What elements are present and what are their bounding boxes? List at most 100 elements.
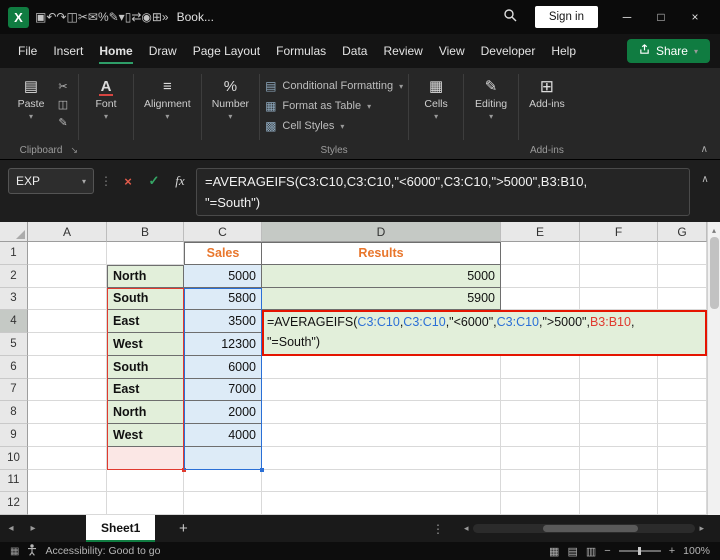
- menu-tab-view[interactable]: View: [431, 35, 473, 67]
- cell-C11[interactable]: [184, 469, 262, 493]
- scroll-left-icon[interactable]: ◂: [464, 523, 469, 534]
- col-header-A[interactable]: A: [28, 222, 107, 242]
- cell-E11[interactable]: [501, 469, 580, 493]
- menu-tab-developer[interactable]: Developer: [473, 35, 544, 67]
- cut-button[interactable]: ✂: [58, 80, 67, 93]
- cell-C2[interactable]: 5000: [184, 264, 262, 288]
- cell-A5[interactable]: [28, 333, 107, 356]
- scroll-up-icon[interactable]: ▴: [712, 222, 716, 237]
- cell-B7[interactable]: East: [107, 378, 184, 402]
- close-button[interactable]: ×: [678, 0, 712, 34]
- cell-E10[interactable]: [501, 446, 580, 470]
- format-as-table-button[interactable]: ▦ Format as Table ▾: [265, 99, 403, 113]
- prev-sheet-icon[interactable]: ◂: [0, 523, 22, 534]
- cell-C7[interactable]: 7000: [184, 378, 262, 402]
- redo-icon[interactable]: ↷: [56, 10, 66, 24]
- row-header-8[interactable]: 8: [0, 401, 28, 424]
- overflow-icon[interactable]: »: [162, 10, 169, 24]
- font-button[interactable]: A Font ▾: [84, 72, 128, 121]
- percent-style-icon[interactable]: %: [98, 10, 109, 24]
- menu-tab-data[interactable]: Data: [334, 35, 375, 67]
- cell-A12[interactable]: [28, 492, 107, 515]
- search-icon[interactable]: [497, 8, 523, 27]
- undo-icon[interactable]: ↶: [46, 10, 56, 24]
- cell-C12[interactable]: [184, 492, 262, 515]
- cell-F9[interactable]: [580, 424, 658, 447]
- cell-D7[interactable]: [262, 378, 501, 402]
- cell-styles-button[interactable]: ▩ Cell Styles ▾: [265, 119, 403, 133]
- cell-G11[interactable]: [658, 469, 707, 493]
- menu-tab-insert[interactable]: Insert: [45, 35, 91, 67]
- paintbrush-icon[interactable]: ✎: [109, 10, 119, 24]
- cell-F11[interactable]: [580, 469, 658, 493]
- cell-A4[interactable]: [28, 310, 107, 333]
- horizontal-scrollbar-track[interactable]: [472, 524, 696, 533]
- number-button[interactable]: % Number ▾: [207, 72, 254, 121]
- cell-C1[interactable]: Sales: [184, 242, 262, 265]
- row-header-1[interactable]: 1: [0, 242, 28, 265]
- alignment-button[interactable]: ≡ Alignment ▾: [139, 72, 196, 121]
- row-header-10[interactable]: 10: [0, 446, 28, 470]
- cell-D12[interactable]: [262, 492, 501, 515]
- row-header-9[interactable]: 9: [0, 424, 28, 447]
- page-break-view-icon[interactable]: ▥: [586, 545, 596, 558]
- cell-F3[interactable]: [580, 287, 658, 311]
- cell-C5[interactable]: 12300: [184, 333, 262, 356]
- next-sheet-icon[interactable]: ▸: [22, 523, 44, 534]
- table-grid-icon[interactable]: ⊞: [152, 10, 162, 24]
- cell-D9[interactable]: [262, 424, 501, 447]
- paste-button[interactable]: ▤ Paste ▾: [9, 72, 53, 121]
- formula-edit-overlay[interactable]: =AVERAGEIFS(C3:C10,C3:C10,"<6000",C3:C10…: [262, 310, 707, 356]
- conditional-formatting-button[interactable]: ▤ Conditional Formatting ▾: [265, 79, 403, 93]
- cell-A8[interactable]: [28, 401, 107, 424]
- normal-view-icon[interactable]: ▦: [549, 545, 559, 558]
- format-painter-button[interactable]: ✎: [58, 116, 67, 129]
- cell-G6[interactable]: [658, 355, 707, 379]
- sign-in-button[interactable]: Sign in: [534, 6, 598, 28]
- cell-A11[interactable]: [28, 469, 107, 493]
- editing-button[interactable]: ✎ Editing ▾: [469, 72, 513, 121]
- cell-C4[interactable]: 3500: [184, 310, 262, 333]
- row-header-4[interactable]: 4: [0, 310, 28, 333]
- formula-input[interactable]: =AVERAGEIFS(C3:C10,C3:C10,"<6000",C3:C10…: [196, 168, 690, 216]
- swap-arrows-icon[interactable]: ⇄: [131, 10, 141, 24]
- menu-tab-file[interactable]: File: [10, 35, 45, 67]
- mail-icon[interactable]: ✉: [88, 10, 98, 24]
- cell-E12[interactable]: [501, 492, 580, 515]
- cell-E1[interactable]: [501, 242, 580, 265]
- enter-button[interactable]: ✓: [144, 168, 164, 194]
- cell-B11[interactable]: [107, 469, 184, 493]
- zoom-slider-thumb[interactable]: [637, 547, 641, 555]
- cell-B6[interactable]: South: [107, 355, 184, 379]
- collapse-ribbon-icon[interactable]: ∧: [701, 144, 708, 155]
- cell-D2[interactable]: 5000: [262, 264, 501, 288]
- cell-C6[interactable]: 6000: [184, 355, 262, 379]
- share-button[interactable]: Share ▾: [626, 39, 710, 63]
- cell-A10[interactable]: [28, 446, 107, 470]
- row-header-6[interactable]: 6: [0, 355, 28, 379]
- maximize-button[interactable]: □: [644, 0, 678, 34]
- row-header-2[interactable]: 2: [0, 264, 28, 288]
- save-icon[interactable]: ▣: [35, 10, 46, 24]
- cell-E7[interactable]: [501, 378, 580, 402]
- cell-E6[interactable]: [501, 355, 580, 379]
- zoom-slider[interactable]: [618, 547, 661, 555]
- cell-G10[interactable]: [658, 446, 707, 470]
- name-box[interactable]: EXP ▾: [8, 168, 94, 194]
- cell-E8[interactable]: [501, 401, 580, 424]
- cell-G1[interactable]: [658, 242, 707, 265]
- row-header-3[interactable]: 3: [0, 287, 28, 311]
- cell-D6[interactable]: [262, 355, 501, 379]
- cell-A3[interactable]: [28, 287, 107, 311]
- cell-A6[interactable]: [28, 355, 107, 379]
- cell-D10[interactable]: [262, 446, 501, 470]
- zoom-in-icon[interactable]: +: [669, 545, 675, 557]
- sheet-tab-sheet1[interactable]: Sheet1: [86, 515, 156, 542]
- col-header-E[interactable]: E: [501, 222, 580, 242]
- col-header-D[interactable]: D: [262, 222, 501, 242]
- copy-button[interactable]: ◫: [58, 98, 68, 111]
- cell-D8[interactable]: [262, 401, 501, 424]
- zoom-level[interactable]: 100%: [683, 545, 710, 557]
- col-header-B[interactable]: B: [107, 222, 184, 242]
- cell-E3[interactable]: [501, 287, 580, 311]
